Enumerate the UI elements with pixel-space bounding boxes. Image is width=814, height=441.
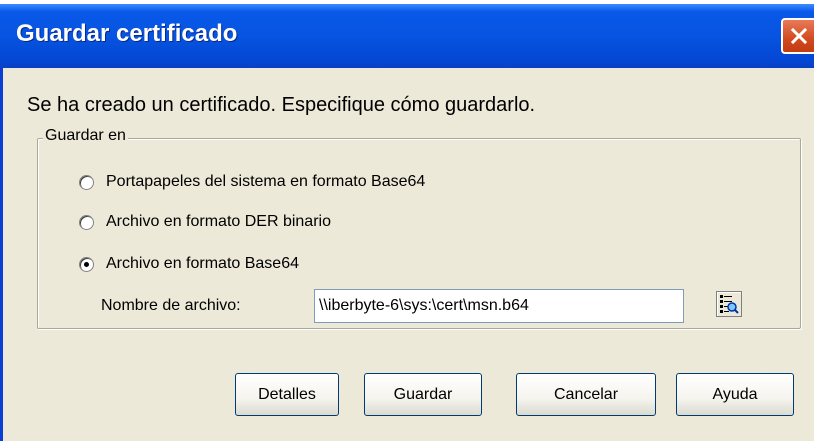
radio-button[interactable] — [79, 214, 94, 230]
filename-input[interactable] — [314, 289, 684, 323]
window-title: Guardar certificado — [16, 20, 238, 47]
cancel-button[interactable]: Cancelar — [516, 373, 656, 416]
save-certificate-dialog: Guardar certificado Se ha creado un cert… — [0, 4, 814, 441]
dialog-body: Se ha creado un certificado. Especifique… — [3, 68, 814, 441]
details-button[interactable]: Detalles — [235, 373, 339, 416]
radio-button[interactable] — [79, 174, 94, 190]
instruction-text: Se ha creado un certificado. Especifique… — [27, 94, 536, 116]
save-button[interactable]: Guardar — [364, 373, 482, 416]
option-label: Archivo en formato Base64 — [106, 255, 299, 272]
option-label: Archivo en formato DER binario — [106, 213, 331, 230]
close-icon — [790, 27, 808, 45]
group-legend: Guardar en — [43, 127, 128, 145]
filename-label: Nombre de archivo: — [101, 297, 241, 314]
radio-button-selected[interactable] — [79, 256, 94, 272]
title-bar[interactable]: Guardar certificado — [0, 4, 814, 68]
radio-selected-dot — [84, 261, 89, 267]
help-button[interactable]: Ayuda — [676, 373, 794, 416]
option-clipboard-base64[interactable]: Portapapeles del sistema en formato Base… — [79, 173, 425, 191]
browse-file-icon — [720, 295, 739, 314]
browse-button[interactable] — [716, 291, 742, 317]
close-button[interactable] — [781, 18, 814, 54]
option-file-base64[interactable]: Archivo en formato Base64 — [79, 255, 299, 273]
option-file-der[interactable]: Archivo en formato DER binario — [79, 213, 331, 231]
option-label: Portapapeles del sistema en formato Base… — [106, 173, 426, 190]
